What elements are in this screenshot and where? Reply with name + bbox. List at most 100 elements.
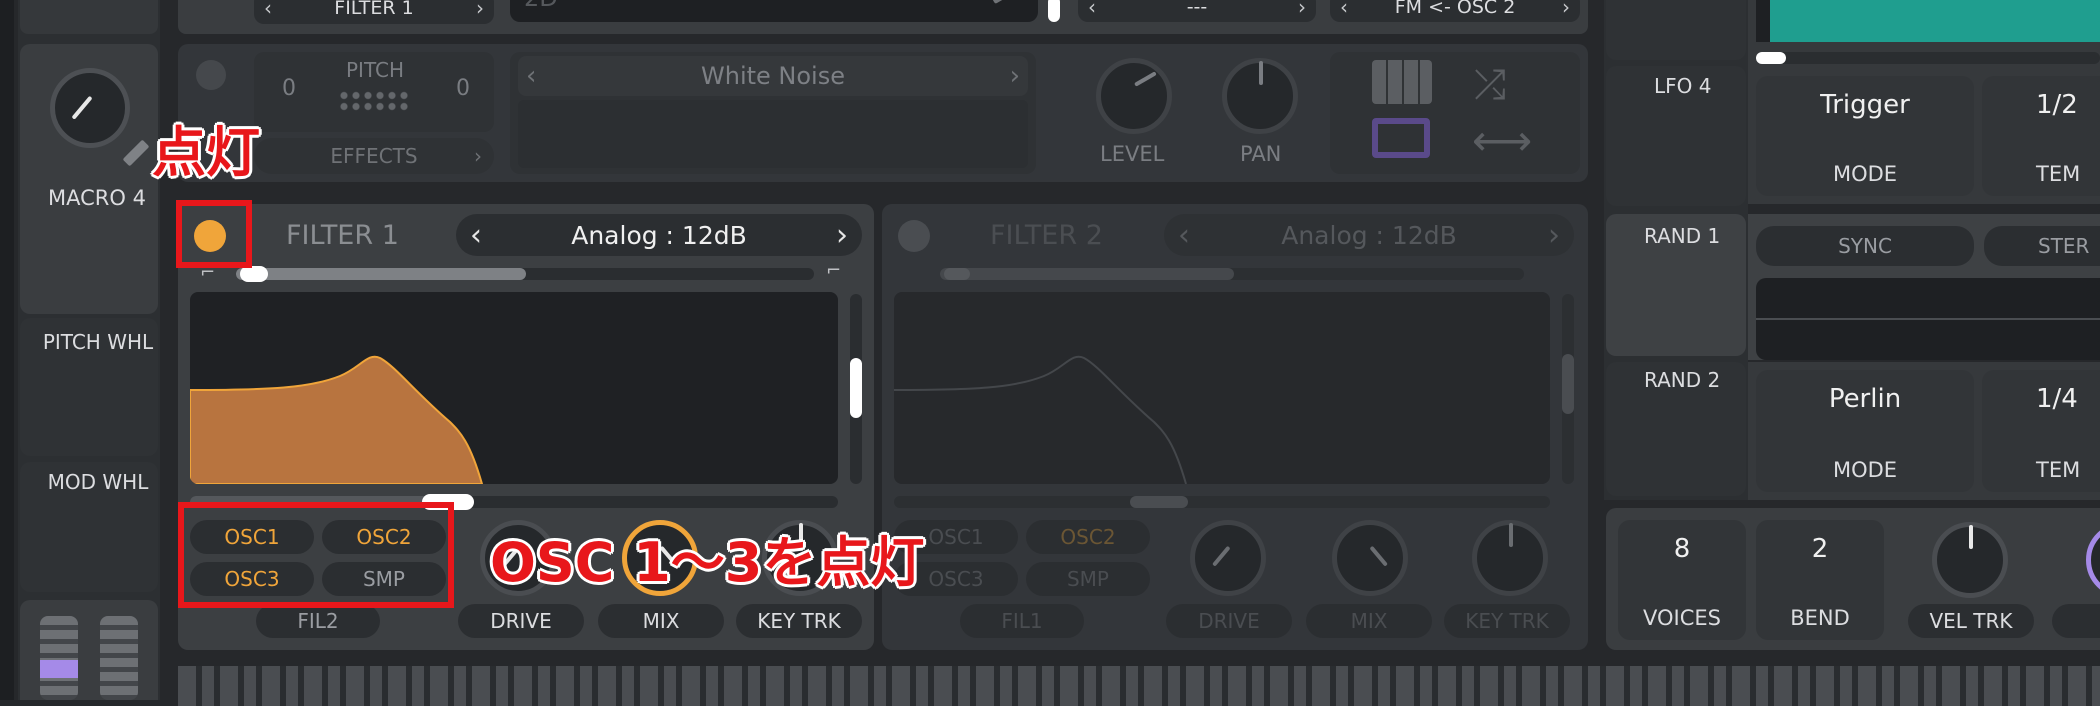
filter2-graph-scrollbar[interactable] <box>1562 294 1574 484</box>
pitch-whl-label: PITCH WHL <box>42 330 154 354</box>
scroll-thumb[interactable] <box>1756 52 1786 64</box>
noise-type-select[interactable]: ‹ White Noise › <box>518 56 1028 96</box>
filter2-blend-slider[interactable] <box>940 268 1524 280</box>
fm-select-label: FM <- OSC 2 <box>1394 0 1516 18</box>
lfo4-scroll[interactable] <box>1756 52 2100 64</box>
pencil-icon[interactable] <box>991 0 1015 5</box>
keyboard-icon[interactable] <box>1372 60 1432 104</box>
rand2-mode-value: Perlin <box>1828 384 1902 414</box>
highlight-osc-toggles <box>178 502 454 608</box>
chevron-right-icon[interactable]: › <box>1298 0 1306 19</box>
filter2-smp-toggle[interactable]: SMP <box>1026 562 1150 596</box>
preset-name-field[interactable]: 2D <box>510 0 1038 22</box>
left-rail <box>0 0 14 700</box>
voices-label: VOICES <box>1643 606 1721 630</box>
filter1-blend-slider[interactable] <box>236 266 814 282</box>
scroll-thumb[interactable] <box>1562 354 1574 414</box>
rand2-mode-label: MODE <box>1832 458 1898 482</box>
bend-cell[interactable]: 2 BEND <box>1756 520 1884 640</box>
preset-name-text: 2D <box>524 0 558 12</box>
filter2-mix-knob[interactable] <box>1332 520 1408 596</box>
knob-indicator <box>1134 71 1157 87</box>
chevron-left-icon[interactable]: ‹ <box>1088 0 1096 19</box>
lfo4-mode-cell[interactable]: Trigger MODE <box>1756 76 1974 196</box>
level-knob[interactable] <box>1096 58 1172 134</box>
chevron-right-icon[interactable]: › <box>1010 61 1020 91</box>
knob-indicator <box>1212 545 1231 567</box>
knob-indicator <box>71 95 93 120</box>
keyboard-strip[interactable] <box>178 666 2100 706</box>
rand1-sync-button[interactable]: SYNC <box>1756 226 1974 266</box>
filter1-type-label: Analog : 12dB <box>571 220 747 250</box>
lfo4-tempo-cell[interactable]: 1/2 TEM <box>1982 76 2100 196</box>
rand2-tempo-label: TEM <box>2036 458 2081 482</box>
rand2-tempo-cell[interactable]: 1/4 TEM <box>1982 370 2100 492</box>
lfo4-tempo-value: 1/2 <box>2036 90 2078 120</box>
chevron-right-icon[interactable]: › <box>836 218 848 253</box>
filter2-cutoff-slider[interactable] <box>894 496 1550 508</box>
chevron-right-icon: › <box>474 144 482 168</box>
chevron-right-icon[interactable]: › <box>1548 218 1560 253</box>
top-scroll-handle[interactable] <box>1048 0 1060 22</box>
filter-response-curve <box>894 355 1187 484</box>
filter1-graph[interactable] <box>190 292 838 484</box>
chevron-right-icon[interactable]: › <box>1562 0 1570 19</box>
vel-trk-label: VEL TRK <box>1908 604 2034 638</box>
filter2-power-button[interactable] <box>898 220 930 252</box>
scroll-thumb[interactable] <box>850 358 862 418</box>
pitch-wheel[interactable] <box>40 616 78 700</box>
filter2-drive-knob[interactable] <box>1190 520 1266 596</box>
lfo4-mode-label: MODE <box>1832 162 1898 186</box>
chevron-left-icon[interactable]: ‹ <box>526 61 536 91</box>
pitch-left-value[interactable]: 0 <box>282 76 296 101</box>
filter1-type-select[interactable]: ‹ Analog : 12dB › <box>456 214 862 256</box>
lfo-cell-top[interactable] <box>1606 0 1746 60</box>
filter2-fil1-toggle[interactable]: FIL1 <box>960 604 1084 638</box>
pitch-right-value[interactable]: 0 <box>456 76 470 101</box>
effects-button[interactable]: EFFECTS › <box>254 138 494 174</box>
filter1-title: FILTER 1 <box>286 220 399 251</box>
filter1-drive-label: DRIVE <box>458 604 584 638</box>
chevron-left-icon[interactable]: ‹ <box>1340 0 1348 19</box>
slider-handle[interactable] <box>240 266 268 282</box>
fm-select[interactable]: ‹ FM <- OSC 2 › <box>1330 0 1580 22</box>
filter-select-top[interactable]: ‹ FILTER 1 › <box>254 0 494 24</box>
chevron-left-icon[interactable]: ‹ <box>264 0 272 20</box>
filter-response-curve <box>190 355 484 484</box>
rand2-mode-cell[interactable]: Perlin MODE <box>1756 370 1974 492</box>
dash-select[interactable]: ‹ --- › <box>1078 0 1316 22</box>
knob-indicator <box>1259 61 1263 85</box>
shuffle-icon[interactable]: ⤮ <box>1474 62 1506 108</box>
noise-power-button[interactable] <box>196 60 226 90</box>
lfo4-display-dark <box>1756 0 1770 42</box>
slider-handle[interactable] <box>1130 496 1188 508</box>
filter2-type-select[interactable]: ‹ Analog : 12dB › <box>1164 214 1574 256</box>
chevron-left-icon[interactable]: ‹ <box>1178 218 1190 253</box>
vel-trk-knob[interactable] <box>1932 522 2008 598</box>
mod-whl-label: MOD WHL <box>47 470 149 494</box>
filter2-graph[interactable] <box>894 292 1550 484</box>
rand1-stereo-button[interactable]: STER <box>1984 226 2100 266</box>
rand1-display[interactable] <box>1756 278 2100 360</box>
knob-indicator <box>1369 545 1388 567</box>
mod-wheel[interactable] <box>100 616 138 700</box>
highlight-filter1-power <box>176 200 252 268</box>
macro4-knob[interactable] <box>50 68 130 148</box>
keyboard-dots-icon <box>338 90 408 112</box>
slider-handle[interactable] <box>944 268 970 280</box>
pan-label: PAN <box>1240 142 1282 166</box>
bidirectional-icon[interactable]: ⟷ <box>1472 116 1532 165</box>
pan-knob[interactable] <box>1222 58 1298 134</box>
voices-cell[interactable]: 8 VOICES <box>1618 520 1746 640</box>
filter2-osc2-toggle[interactable]: OSC2 <box>1026 520 1150 554</box>
chevron-left-icon[interactable]: ‹ <box>470 218 482 253</box>
loop-icon[interactable] <box>1372 118 1430 158</box>
filter1-graph-scrollbar[interactable] <box>850 294 862 484</box>
lfo4-display[interactable] <box>1756 0 2100 42</box>
noise-type-label: White Noise <box>701 62 845 90</box>
knob-indicator <box>1509 523 1513 547</box>
filter1-fil2-toggle[interactable]: FIL2 <box>256 604 380 638</box>
filter-select-label: FILTER 1 <box>334 0 414 19</box>
filter2-keytrk-knob[interactable] <box>1472 520 1548 596</box>
chevron-right-icon[interactable]: › <box>476 0 484 20</box>
